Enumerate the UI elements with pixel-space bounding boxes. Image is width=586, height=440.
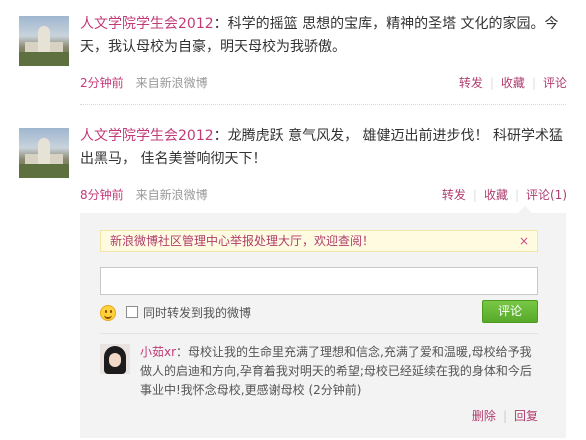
favorite-button[interactable]: 收藏 — [501, 76, 525, 90]
weibo-post: 人文学院学生会2012：科学的摇篮 思想的宝库，精神的圣塔 文化的家园。今天，我… — [0, 0, 586, 104]
source-prefix: 来自 — [135, 76, 160, 90]
comment-divider — [100, 333, 538, 334]
post-actions: 转发 | 收藏 | 评论(1) — [442, 186, 567, 203]
forward-checkbox-label[interactable]: 同时转发到我的微博 — [143, 304, 251, 321]
smiley-mouth — [104, 313, 112, 319]
notice-link[interactable]: 新浪微博社区管理中心举报处理大厅，欢迎查阅！ — [110, 234, 374, 248]
avatar-building — [38, 26, 50, 52]
action-separator: | — [531, 76, 536, 90]
source-prefix: 来自 — [135, 188, 160, 202]
comment-text: 小茹xr：母校让我的生命里充满了理想和信念,充满了爱和温暖,母校给予我做人的启迪… — [140, 343, 536, 400]
action-separator: | — [514, 188, 519, 202]
comment-panel: 新浪微博社区管理中心举报处理大厅，欢迎查阅！ × 同时转发到我的微博 评论 小茹… — [80, 206, 566, 438]
close-icon[interactable]: × — [519, 231, 529, 251]
author-link[interactable]: 人文学院学生会2012 — [80, 128, 214, 144]
comment-count-button[interactable]: 评论(1) — [526, 188, 567, 202]
post-meta: 2分钟前 来自新浪微博 — [80, 74, 208, 91]
author-avatar[interactable] — [19, 128, 69, 178]
commenter-name-link[interactable]: 小茹xr — [140, 345, 176, 359]
post-time-link[interactable]: 2分钟前 — [80, 76, 124, 90]
panel-pointer — [518, 206, 532, 213]
author-avatar[interactable] — [19, 16, 69, 66]
action-separator: | — [489, 76, 494, 90]
avatar-building-wing — [25, 42, 38, 52]
notice-banner: 新浪微博社区管理中心举报处理大厅，欢迎查阅！ × — [100, 230, 538, 252]
weibo-post: 人文学院学生会2012：龙腾虎跃 意气风发， 雄健迈出前进步伐！ 科研学术猛出黑… — [0, 112, 586, 212]
avatar-building-wing — [50, 42, 63, 52]
author-link[interactable]: 人文学院学生会2012 — [80, 16, 214, 32]
action-separator: | — [502, 409, 507, 423]
avatar-building-wing — [50, 154, 63, 164]
avatar-face — [109, 353, 121, 367]
avatar-lawn — [19, 164, 69, 178]
comment-button[interactable]: 评论 — [543, 76, 567, 90]
favorite-button[interactable]: 收藏 — [484, 188, 508, 202]
submit-comment-button[interactable]: 评论 — [482, 300, 538, 323]
source-link[interactable]: 新浪微博 — [160, 76, 208, 90]
post-time-link[interactable]: 8分钟前 — [80, 188, 124, 202]
source-link[interactable]: 新浪微博 — [160, 188, 208, 202]
post-text: 人文学院学生会2012：科学的摇篮 思想的宝库，精神的圣塔 文化的家园。今天，我… — [80, 13, 566, 59]
reply-comment-button[interactable]: 回复 — [514, 409, 538, 423]
comment-actions: 删除 | 回复 — [472, 407, 538, 424]
forward-button[interactable]: 转发 — [442, 188, 466, 202]
avatar-building-wing — [25, 154, 38, 164]
post-divider — [80, 104, 566, 105]
action-separator: | — [472, 188, 477, 202]
avatar-lawn — [19, 52, 69, 66]
forward-button[interactable]: 转发 — [459, 76, 483, 90]
post-text: 人文学院学生会2012：龙腾虎跃 意气风发， 雄健迈出前进步伐！ 科研学术猛出黑… — [80, 125, 566, 171]
delete-comment-button[interactable]: 删除 — [472, 409, 496, 423]
smiley-icon[interactable] — [100, 305, 116, 321]
comment-input[interactable] — [100, 267, 538, 295]
comment-time: (2分钟前) — [308, 383, 362, 397]
avatar-building — [38, 138, 50, 164]
post-meta: 8分钟前 来自新浪微博 — [80, 186, 208, 203]
commenter-avatar[interactable] — [100, 344, 130, 374]
forward-checkbox[interactable] — [126, 306, 138, 318]
post-actions: 转发 | 收藏 | 评论 — [459, 74, 567, 91]
